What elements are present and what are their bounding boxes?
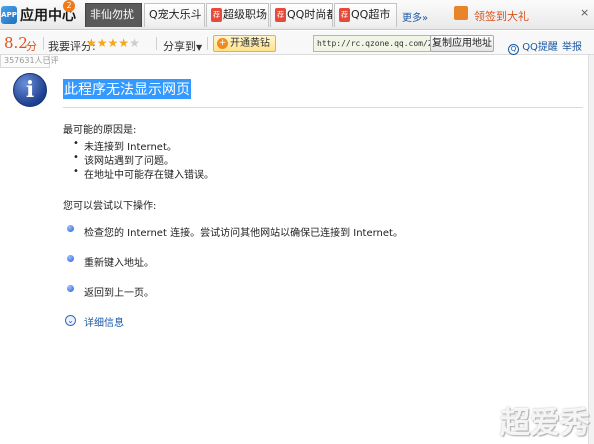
open-yellow-diamond-button[interactable]: + 开通黄钻 xyxy=(213,35,276,52)
tab-label: QQ时尚都 xyxy=(287,8,333,21)
tab-label: QQ超市 xyxy=(351,8,391,21)
bullet-dot-icon xyxy=(67,225,74,232)
share-label: 分享到 xyxy=(163,40,196,53)
error-title-text: 此程序无法显示网页 xyxy=(64,82,190,98)
qq-remind-label: QQ提醒 xyxy=(522,42,558,53)
hot-badge-icon: 荐 xyxy=(339,8,350,22)
app-url-field[interactable]: http://rc.qzone.qq.com/2 xyxy=(313,35,431,52)
app-center-logo[interactable]: APP 应用中心 2 xyxy=(0,0,80,28)
tab-app-2[interactable]: 荐超级职场 xyxy=(206,3,269,27)
star-icon[interactable]: ★ xyxy=(97,36,108,50)
rating-score-unit: 分 xyxy=(26,40,37,53)
close-icon[interactable]: × xyxy=(580,6,589,19)
tab-app-3[interactable]: 荐 QQ时尚都 xyxy=(270,3,333,27)
divider xyxy=(156,37,157,50)
sign-in-gift-link[interactable]: 领签到大礼 xyxy=(474,8,529,24)
caret-down-icon: ▼ xyxy=(196,43,203,52)
app-logo-icon: APP xyxy=(1,6,17,24)
report-link[interactable]: 举报 xyxy=(562,38,582,53)
star-icon[interactable]: ★ xyxy=(129,36,140,50)
copy-app-url-button[interactable]: 复制应用地址 xyxy=(430,35,494,52)
qq-icon: Q xyxy=(508,44,519,55)
title-divider xyxy=(63,107,583,108)
divider xyxy=(43,37,44,50)
divider xyxy=(207,37,208,50)
action-item: 重新键入地址。 xyxy=(84,258,154,269)
watermark: 超爱秀 xyxy=(500,406,590,441)
page-title: 此程序无法显示网页 xyxy=(63,79,191,99)
tab-app-4[interactable]: 荐 QQ超市 xyxy=(334,3,397,27)
plus-icon: + xyxy=(217,38,228,49)
expand-chevron-icon[interactable]: ⌄ xyxy=(65,315,76,326)
star-icon[interactable]: ★ xyxy=(108,36,119,50)
app-info-bar: 8.2 分 我要评分: ★★★★★ 分享到▼ + 开通黄钻 http://rc.… xyxy=(0,31,594,55)
rating-user-count: 357631人已评 xyxy=(0,55,59,68)
vip-label: 开通黄钻 xyxy=(230,38,270,49)
tab-app-1[interactable]: Q宠大乐斗 xyxy=(144,3,205,27)
tab-label: 超级职场 xyxy=(223,8,267,21)
tab-app-0[interactable]: 非仙勿扰 xyxy=(85,3,142,27)
causes-heading: 最可能的原因是: xyxy=(63,125,137,136)
cause-item: 在地址中可能存在键入错误。 xyxy=(73,166,214,181)
hot-badge-icon: 荐 xyxy=(211,8,222,22)
star-icon[interactable]: ★ xyxy=(86,36,97,50)
action-item: 检查您的 Internet 连接。尝试访问其他网站以确保已连接到 Interne… xyxy=(84,228,403,239)
bullet-dot-icon xyxy=(67,255,74,262)
notification-badge: 2 xyxy=(63,0,75,12)
more-apps-link[interactable]: 更多» xyxy=(402,9,428,24)
star-icon[interactable]: ★ xyxy=(118,36,129,50)
info-icon: i xyxy=(13,73,47,107)
bullet-dot-icon xyxy=(67,285,74,292)
rating-stars[interactable]: ★★★★★ xyxy=(86,36,140,50)
tab-label: 非仙勿扰 xyxy=(90,8,134,21)
hot-badge-icon: 荐 xyxy=(275,8,286,22)
more-info-link[interactable]: 详细信息 xyxy=(84,314,124,329)
try-heading: 您可以尝试以下操作: xyxy=(63,201,157,212)
cause-item: 该网站遇到了问题。 xyxy=(73,152,174,167)
action-item: 返回到上一页。 xyxy=(84,288,154,299)
share-dropdown[interactable]: 分享到▼ xyxy=(163,38,202,54)
app-tab-bar: APP 应用中心 2 非仙勿扰 Q宠大乐斗 荐超级职场 荐 QQ时尚都 荐 QQ超市… xyxy=(0,0,594,30)
gift-icon xyxy=(454,6,468,20)
scrollbar[interactable] xyxy=(588,55,594,444)
tab-label: Q宠大乐斗 xyxy=(149,8,202,21)
rating-score: 8.2 xyxy=(4,34,28,52)
qq-remind-link[interactable]: Q QQ提醒 xyxy=(508,38,558,55)
cause-item: 未连接到 Internet。 xyxy=(73,138,177,153)
